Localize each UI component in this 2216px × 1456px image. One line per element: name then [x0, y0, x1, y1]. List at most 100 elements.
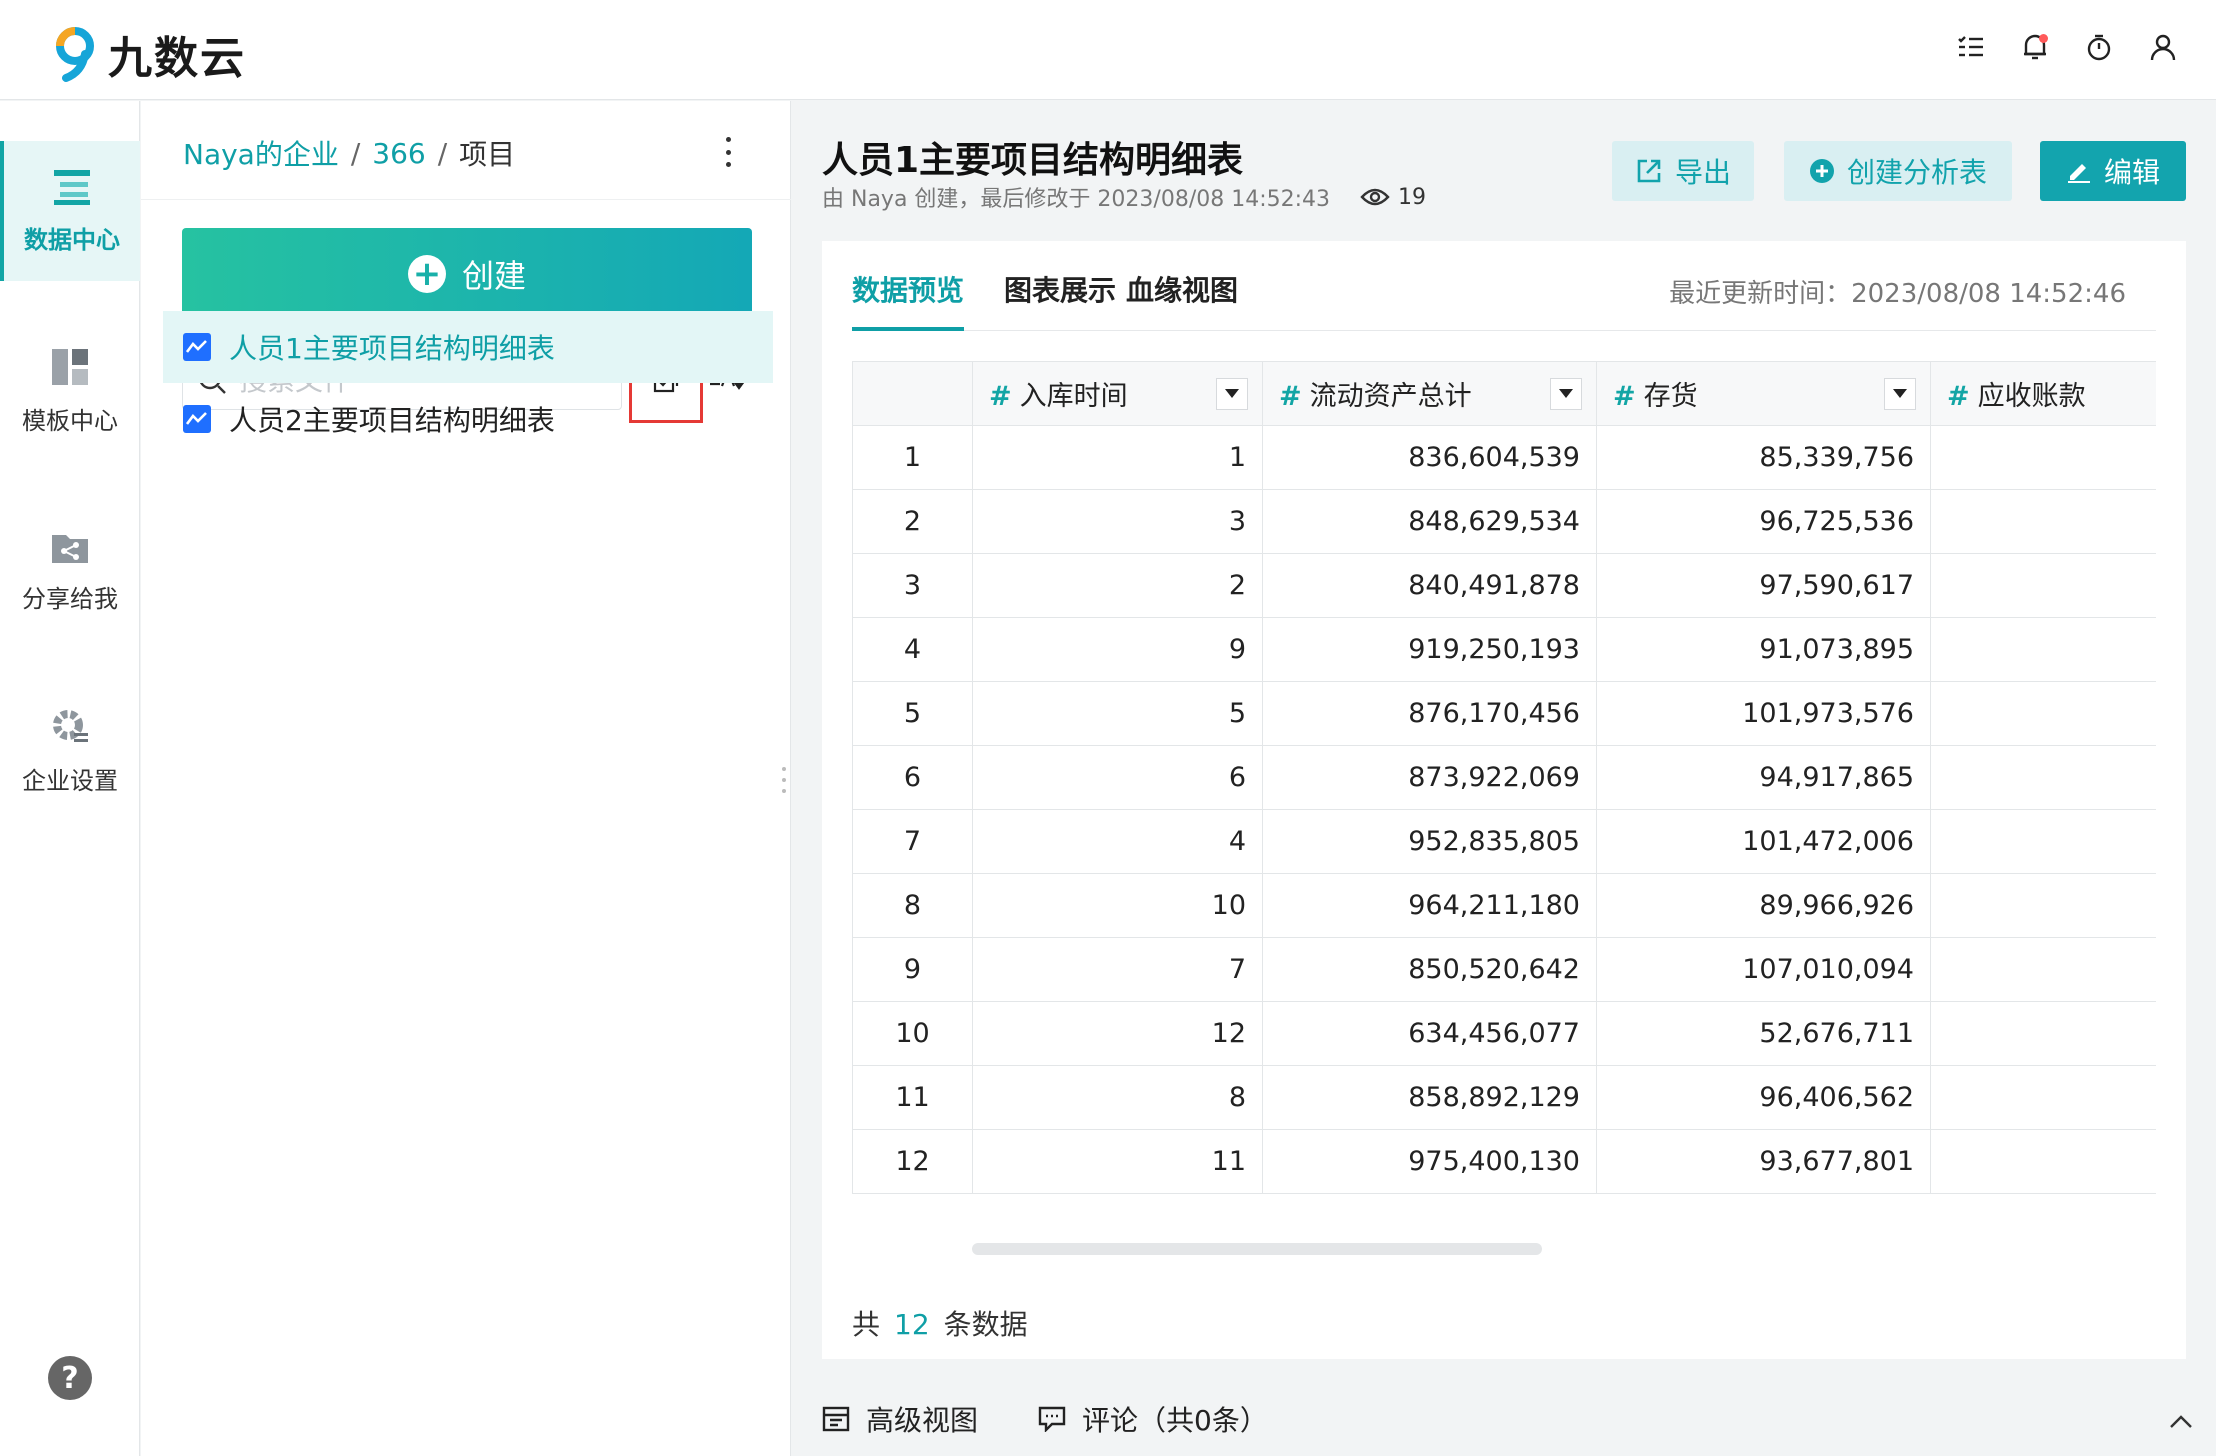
nav-enterprise-settings[interactable]: 企业设置	[0, 681, 140, 821]
bell-icon[interactable]	[2018, 30, 2052, 64]
main-content: 人员1主要项目结构明细表 由 Naya 创建，最后修改于 2023/08/08 …	[792, 101, 2216, 1456]
column-dropdown-icon[interactable]	[1884, 378, 1916, 410]
logo[interactable]: 九数云	[52, 22, 246, 86]
table-cell: 94,917,865	[1596, 745, 1931, 810]
horizontal-scrollbar[interactable]	[972, 1243, 1542, 1255]
nav-template-center[interactable]: 模板中心	[0, 321, 140, 461]
row-index-cell: 10	[852, 1001, 973, 1066]
data-table: # 入库时间 # 流动资产总计 # 存货 # 应收账款 1 1 836,604,539 85,…	[852, 361, 2156, 1194]
nav-label: 数据中心	[24, 225, 120, 254]
panel-resize-handle[interactable]	[782, 767, 788, 793]
table-row[interactable]: 55876,170,456101,973,576137,1	[852, 681, 2156, 746]
more-options-icon[interactable]	[722, 137, 734, 167]
table-cell: 8	[972, 1065, 1263, 1130]
chevron-up-icon[interactable]	[2166, 1407, 2196, 1437]
divider	[141, 199, 791, 200]
column-name: 存货	[1643, 381, 1698, 412]
edit-button[interactable]: 编辑	[2040, 141, 2186, 201]
table-cell: 111,7	[1930, 1129, 2156, 1194]
table-cell: 85,339,756	[1596, 425, 1931, 490]
timer-icon[interactable]	[2082, 30, 2116, 64]
table-cell: 850,520,642	[1262, 937, 1597, 1002]
column-header[interactable]: # 应收账款	[1930, 361, 2156, 426]
help-icon[interactable]: ?	[48, 1356, 92, 1400]
table-row[interactable]: 97850,520,642107,010,09485,7	[852, 937, 2156, 1002]
logo-mark-icon	[52, 26, 98, 82]
data-table-container: # 入库时间 # 流动资产总计 # 存货 # 应收账款 1 1 836,604,539 85,…	[852, 361, 2156, 1195]
left-nav: 数据中心 模板中心 分享给我 企业设置 ?	[0, 101, 140, 1456]
breadcrumb-enterprise[interactable]: Naya的企业	[183, 133, 339, 173]
column-name: 应收账款	[1977, 381, 2086, 412]
table-cell: 876,170,456	[1262, 681, 1597, 746]
table-row[interactable]: 74952,835,805101,472,006143,8	[852, 809, 2156, 874]
template-icon	[52, 348, 88, 385]
table-cell: 97,590,617	[1596, 553, 1931, 618]
breadcrumb-separator: /	[437, 136, 448, 170]
file-name: 人员2主要项目结构明细表	[229, 404, 555, 437]
row-index-cell: 8	[852, 873, 973, 938]
table-cell: 840,491,878	[1262, 553, 1597, 618]
column-name: 流动资产总计	[1309, 381, 1472, 412]
plus-circle-icon	[1809, 159, 1834, 183]
view-count-value: 19	[1398, 184, 1427, 210]
column-dropdown-icon[interactable]	[1550, 378, 1582, 410]
table-row[interactable]: 23848,629,53496,725,53675,5	[852, 489, 2156, 554]
table-cell: 101,472,006	[1596, 809, 1931, 874]
table-cell: 110,4	[1930, 873, 2156, 938]
number-type-icon: #	[1613, 381, 1636, 412]
comments-label: 评论（共0条）	[1082, 1403, 1268, 1437]
table-cell: 107,010,094	[1596, 937, 1931, 1002]
nav-label: 模板中心	[22, 406, 118, 435]
user-icon[interactable]	[2146, 30, 2180, 64]
table-row[interactable]: 1211975,400,13093,677,801111,7	[852, 1129, 2156, 1194]
table-row[interactable]: 66873,922,06994,917,86584,7	[852, 745, 2156, 810]
nav-label: 分享给我	[22, 584, 118, 613]
table-cell: 5	[972, 681, 1263, 746]
table-row[interactable]: 810964,211,18089,966,926110,4	[852, 873, 2156, 938]
table-row[interactable]: 11836,604,53985,339,75657,9	[852, 425, 2156, 490]
table-row[interactable]: 118858,892,12996,406,56284,7	[852, 1065, 2156, 1130]
nav-label: 企业设置	[22, 766, 118, 795]
table-cell: 96,725,536	[1596, 489, 1931, 554]
column-header[interactable]: # 流动资产总计	[1262, 361, 1597, 426]
task-list-icon[interactable]	[1954, 30, 1988, 64]
table-cell: 4	[972, 809, 1263, 874]
column-header[interactable]: # 存货	[1596, 361, 1931, 426]
table-cell: 3	[972, 489, 1263, 554]
table-cell: 9	[972, 617, 1263, 682]
file-item[interactable]: 人员2主要项目结构明细表	[163, 383, 773, 455]
table-header-row: # 入库时间 # 流动资产总计 # 存货 # 应收账款	[852, 361, 2156, 426]
index-header	[852, 361, 973, 426]
table-cell: 858,892,129	[1262, 1065, 1597, 1130]
table-cell: 634,456,077	[1262, 1001, 1597, 1066]
table-row[interactable]: 49919,250,19391,073,895100,0	[852, 617, 2156, 682]
table-cell: 6	[972, 745, 1263, 810]
nav-data-center[interactable]: 数据中心	[0, 141, 140, 281]
table-cell: 96,406,562	[1596, 1065, 1931, 1130]
create-analysis-button[interactable]: 创建分析表	[1784, 141, 2012, 201]
breadcrumb-separator: /	[350, 136, 361, 170]
column-dropdown-icon[interactable]	[1216, 378, 1248, 410]
tab-data-preview[interactable]: 数据预览	[852, 269, 964, 309]
tab-lineage-view[interactable]: 血缘视图	[1126, 269, 1238, 309]
advanced-view-button[interactable]: 高级视图	[822, 1399, 978, 1439]
advanced-view-icon	[822, 1406, 850, 1431]
table-cell: 1	[972, 425, 1263, 490]
row-index-cell: 9	[852, 937, 973, 1002]
breadcrumb-folder[interactable]: 366	[372, 137, 425, 170]
column-header[interactable]: # 入库时间	[972, 361, 1263, 426]
create-button[interactable]: + 创建	[182, 228, 752, 320]
number-type-icon: #	[1947, 381, 1970, 412]
table-row[interactable]: 32840,491,87897,590,61765,4	[852, 553, 2156, 618]
tab-chart-display[interactable]: 图表展示	[1004, 269, 1116, 309]
nav-shared-with-me[interactable]: 分享给我	[0, 501, 140, 641]
file-item[interactable]: 人员1主要项目结构明细表	[163, 311, 773, 383]
number-type-icon: #	[1279, 381, 1302, 412]
table-row[interactable]: 1012634,456,07752,676,71150,8	[852, 1001, 2156, 1066]
bottom-bar: 高级视图 评论（共0条）	[822, 1381, 2216, 1456]
comments-button[interactable]: 评论（共0条）	[1038, 1399, 1268, 1439]
logo-text: 九数云	[108, 33, 246, 84]
dataset-icon	[183, 405, 211, 433]
eye-icon	[1360, 188, 1390, 206]
export-button[interactable]: 导出	[1612, 141, 1754, 201]
